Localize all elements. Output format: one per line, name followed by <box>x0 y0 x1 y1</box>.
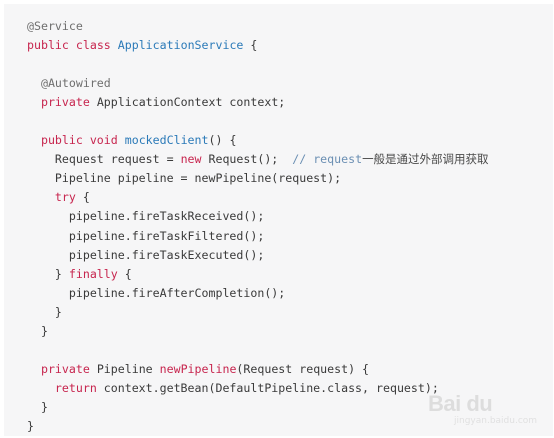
code-token: Request request = <box>27 152 181 167</box>
code-line: pipeline.fireAfterCompletion(); <box>27 284 553 303</box>
code-token: public <box>27 133 90 148</box>
code-token: mockedClient <box>124 133 209 148</box>
code-block: @Service public class ApplicationService … <box>4 4 553 436</box>
code-token: 一般是通过外部调用获取 <box>362 152 489 167</box>
code-token: void <box>89 133 125 148</box>
code-token: try <box>27 190 83 205</box>
baidu-watermark: Bai du jingyan.baidu.com <box>424 389 544 433</box>
code-line: public class ApplicationService { <box>27 36 553 55</box>
code-token: pipeline.fireTaskFiltered(); <box>27 228 265 243</box>
code-token: context.getBean(DefaultPipeline.class, r… <box>103 380 439 395</box>
code-token: } <box>27 304 62 319</box>
code-token: () { <box>208 133 237 148</box>
code-line: @Service <box>27 17 553 36</box>
code-line: } finally { <box>27 265 553 284</box>
code-line: } <box>27 303 553 322</box>
code-token: } <box>27 399 48 414</box>
code-line: pipeline.fireTaskFiltered(); <box>27 227 553 246</box>
code-line: try { <box>27 188 553 207</box>
code-token: @Autowired <box>27 76 111 91</box>
code-token: class <box>75 38 118 53</box>
code-token: private <box>27 361 97 376</box>
code-token: // request <box>292 152 363 167</box>
code-line: @Autowired <box>27 74 553 93</box>
code-line: Pipeline pipeline = newPipeline(request)… <box>27 169 553 188</box>
code-token: newPipeline <box>159 361 237 376</box>
code-token: public <box>27 38 76 53</box>
code-token: Pipeline <box>96 361 160 376</box>
code-token: ApplicationContext context; <box>96 95 286 110</box>
code-token: @Service <box>27 19 83 33</box>
code-token: pipeline.fireTaskReceived(); <box>27 209 265 224</box>
code-line: public void mockedClient() { <box>27 131 553 150</box>
code-token: (Request request) { <box>236 361 370 376</box>
code-token: { <box>82 190 90 205</box>
code-token: finally <box>68 266 125 281</box>
code-line: private Pipeline newPipeline(Request req… <box>27 360 553 379</box>
code-line: pipeline.fireTaskReceived(); <box>27 207 553 226</box>
code-token: { <box>124 266 132 281</box>
watermark-site: jingyan.baidu.com <box>454 416 538 426</box>
code-token: Pipeline pipeline = newPipeline(request)… <box>27 171 342 186</box>
code-token: ApplicationService <box>117 38 244 53</box>
code-line: } <box>27 322 553 341</box>
code-token: Request(); <box>208 152 293 167</box>
code-token: { <box>243 38 258 53</box>
code-token: pipeline.fireAfterCompletion(); <box>27 285 286 300</box>
code-token: } <box>27 323 48 338</box>
code-token: } <box>27 418 34 433</box>
code-line: pipeline.fireTaskExecuted(); <box>27 246 553 265</box>
code-line: Request request = new Request(); // requ… <box>27 150 553 169</box>
code-token: pipeline.fireTaskExecuted(); <box>27 247 265 262</box>
code-token: } <box>27 266 69 281</box>
code-token: new <box>180 152 209 167</box>
code-token: return <box>27 380 104 395</box>
code-token: private <box>27 95 97 110</box>
code-lines: @Service public class ApplicationService … <box>27 17 553 436</box>
code-line: private ApplicationContext context; <box>27 93 553 112</box>
baidu-logo: Bai du <box>428 391 493 416</box>
